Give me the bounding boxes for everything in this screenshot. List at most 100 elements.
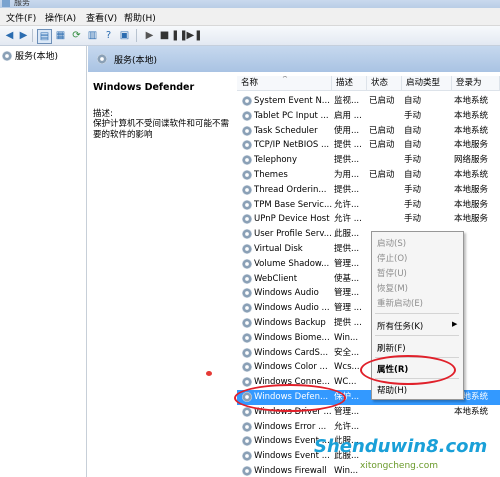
column-header-logon[interactable]: 登录为: [452, 76, 500, 91]
service-gear-icon: [242, 466, 252, 476]
cell-desc: 允许 ...: [334, 214, 362, 225]
service-gear-icon: [242, 288, 252, 299]
service-gear-icon: [242, 155, 252, 166]
cell-desc: 提供 ...: [334, 318, 362, 328]
cell-logon: 本地服务: [454, 199, 489, 210]
tree-pane: 服务(本地): [0, 46, 87, 477]
cell-name: Task Scheduler: [254, 125, 318, 136]
cell-name: Windows CardS...: [254, 347, 329, 358]
menu-item-pause[interactable]: 暂停(U): [377, 267, 407, 279]
cell-name: Virtual Disk: [254, 244, 303, 254]
services-header-band: 服务(本地): [88, 46, 500, 72]
cell-logon: 本地服务: [454, 184, 489, 195]
tree-node-services-local[interactable]: 服务(本地): [2, 49, 58, 62]
menu-action[interactable]: 操作(A): [45, 11, 76, 24]
back-icon[interactable]: ◀: [3, 29, 16, 42]
description-label: 描述:: [93, 109, 113, 119]
service-gear-icon: [242, 318, 252, 328]
cell-desc: 此服...: [334, 229, 360, 240]
table-row[interactable]: Thread Orderin... 提供... 手动 本地服务: [237, 183, 500, 198]
play-icon[interactable]: ▶: [143, 29, 156, 42]
cell-name: TCP/IP NetBIOS ...: [254, 140, 330, 151]
table-row[interactable]: Telephony 提供... 手动 网络服务: [237, 153, 500, 168]
cell-name: Windows Biome...: [254, 332, 330, 343]
column-header-name[interactable]: 名称 ^: [237, 76, 332, 91]
cell-desc: 管理...: [334, 258, 360, 269]
table-row[interactable]: UPnP Device Host 允许 ... 手动 本地服务: [237, 212, 500, 227]
table-row[interactable]: System Event N... 监视... 已启动 自动 本地系统: [237, 94, 500, 109]
watermark: Shenduwin8.com xitongcheng.com: [300, 436, 500, 477]
service-gear-icon: [242, 406, 252, 417]
service-gear-icon: [242, 377, 252, 388]
service-gear-icon: [242, 421, 252, 432]
menu-view[interactable]: 查看(V): [86, 11, 117, 24]
watermark-line1: Shenduwin8.com: [314, 436, 488, 457]
cell-name: Windows Audio ...: [254, 303, 330, 314]
table-row[interactable]: TCP/IP NetBIOS ... 提供 ... 已启动 自动 本地服务: [237, 138, 500, 153]
show-tree-icon[interactable]: ▤: [37, 29, 52, 44]
column-header-desc[interactable]: 描述: [332, 76, 367, 91]
cell-startup: 自动: [404, 170, 422, 180]
console-icon[interactable]: ▣: [118, 29, 131, 42]
cell-logon: 本地系统: [454, 96, 489, 106]
menu-item-resume[interactable]: 恢复(M): [377, 282, 408, 294]
cell-desc: 提供...: [334, 244, 360, 254]
cell-desc: 使用...: [334, 125, 360, 136]
cell-name: Windows Backup: [254, 318, 326, 328]
table-row[interactable]: Task Scheduler 使用... 已启动 自动 本地系统: [237, 124, 500, 139]
menu-help[interactable]: 帮助(H): [124, 11, 156, 24]
service-gear-icon: [242, 347, 252, 358]
cell-desc: 提供...: [334, 155, 360, 166]
properties-icon[interactable]: ▦: [54, 29, 67, 42]
restart-icon[interactable]: ▶❚: [186, 29, 202, 42]
menu-item-start[interactable]: 启动(S): [377, 237, 406, 249]
service-gear-icon: [242, 125, 252, 136]
toolbar-divider: [32, 29, 33, 42]
cell-logon: 本地系统: [454, 110, 489, 121]
refresh-icon[interactable]: ⟳: [70, 29, 83, 42]
cell-desc: 监视...: [334, 96, 360, 106]
service-gear-icon: [242, 199, 252, 210]
service-gear-icon: [242, 244, 252, 254]
column-header-startup[interactable]: 启动类型: [402, 76, 452, 91]
watermark-line2: xitongcheng.com: [360, 461, 438, 471]
table-row[interactable]: TPM Base Servic... 允许... 手动 本地服务: [237, 198, 500, 213]
table-row[interactable]: Themes 为用... 已启动 自动 本地系统: [237, 168, 500, 183]
column-header-label: 名称: [241, 78, 259, 88]
cell-desc: 管理...: [334, 406, 360, 417]
cell-desc: 管理 ...: [334, 303, 362, 314]
cell-desc: 提供 ...: [334, 140, 362, 151]
service-gear-icon: [242, 332, 252, 343]
cell-startup: 手动: [404, 184, 422, 195]
menu-item-restart[interactable]: 重新启动(E): [377, 297, 423, 309]
menu-file[interactable]: 文件(F): [6, 11, 36, 24]
cell-desc: 使基...: [334, 273, 360, 284]
forward-icon[interactable]: ▶: [17, 29, 30, 42]
menu-item-all-tasks[interactable]: 所有任务(K): [377, 320, 423, 332]
table-row[interactable]: Windows Error ... 允许...: [237, 420, 500, 435]
stop-icon[interactable]: ■: [158, 29, 171, 42]
service-gear-icon: [242, 110, 252, 121]
cell-desc: 为用...: [334, 170, 360, 180]
cell-name: Windows Error ...: [254, 421, 327, 432]
cell-startup: 自动: [404, 96, 422, 106]
service-gear-icon: [242, 258, 252, 269]
export-icon[interactable]: ▥: [86, 29, 99, 42]
table-row[interactable]: Tablet PC Input ... 启用 ... 手动 本地系统: [237, 109, 500, 124]
cell-name: Tablet PC Input ...: [254, 110, 329, 121]
pause-icon[interactable]: ❚❚: [171, 29, 188, 42]
cell-desc: 启用 ...: [334, 110, 362, 121]
band-label: 服务(本地): [114, 56, 158, 66]
menu-item-refresh[interactable]: 刷新(F): [377, 342, 406, 354]
cell-logon: 本地系统: [454, 125, 489, 136]
service-gear-icon: [242, 214, 252, 225]
toolbar: ◀ ▶ ▤ ▦ ⟳ ▥ ? ▣ ▶ ■ ❚❚ ▶❚: [0, 26, 500, 46]
cell-startup: 自动: [404, 125, 422, 136]
help-icon[interactable]: ?: [102, 29, 115, 42]
column-header-status[interactable]: 状态: [367, 76, 402, 91]
menu-item-help[interactable]: 帮助(H): [377, 384, 407, 396]
menu-divider: [375, 313, 459, 314]
annotation-dot: [206, 371, 212, 376]
menu-item-stop[interactable]: 停止(O): [377, 252, 407, 264]
cell-logon: 本地服务: [454, 140, 489, 151]
